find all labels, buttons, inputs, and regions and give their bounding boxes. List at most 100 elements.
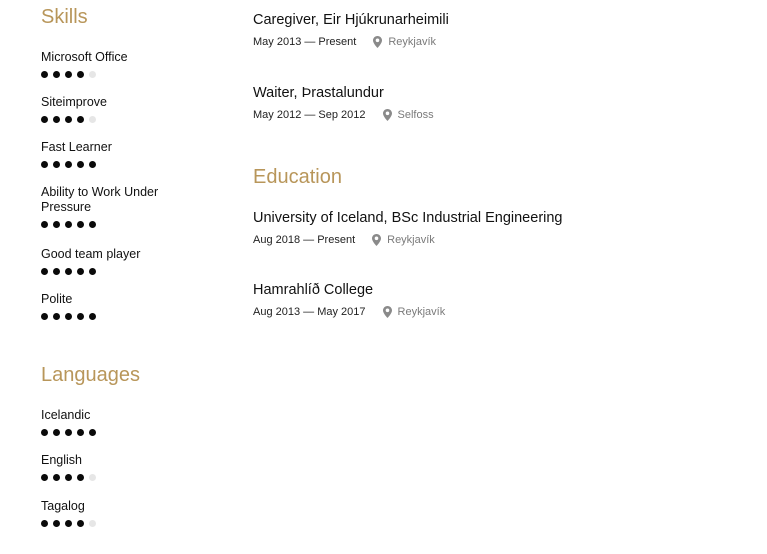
skill-name: Fast Learner <box>41 140 112 154</box>
education-heading: Education <box>253 166 342 188</box>
entry-title: University of Iceland, BSc Industrial En… <box>253 210 563 226</box>
rating-dot-filled <box>53 71 60 78</box>
map-pin-icon <box>382 306 392 318</box>
entry-title: Waiter, Þrastalundur <box>253 85 384 101</box>
entry-title: Caregiver, Eir Hjúkrunarheimili <box>253 12 449 28</box>
skill-item: Ability to Work Under Pressure <box>41 185 171 230</box>
rating-dot-filled <box>77 313 84 320</box>
skill-item: Polite <box>41 292 191 322</box>
map-pin-icon <box>372 234 382 246</box>
rating-dot-filled <box>53 313 60 320</box>
rating-dot-filled <box>65 161 72 168</box>
rating-dot-filled <box>89 429 96 436</box>
skill-rating <box>41 116 191 125</box>
map-pin-icon <box>373 36 383 48</box>
rating-dot-filled <box>89 161 96 168</box>
rating-dot-filled <box>89 268 96 275</box>
experience-entry: Caregiver, Eir Hjúkrunarheimili May 2013… <box>253 11 733 49</box>
entry-dates: May 2012 — Sep 2012 <box>253 109 366 121</box>
rating-dot-filled <box>77 71 84 78</box>
rating-dot-filled <box>65 268 72 275</box>
language-item: English <box>41 453 191 483</box>
rating-dot-filled <box>41 221 48 228</box>
entry-meta: May 2012 — Sep 2012 Selfoss <box>253 108 733 122</box>
language-name: English <box>41 453 82 467</box>
entry-location: Selfoss <box>382 108 434 122</box>
rating-dot-filled <box>41 474 48 481</box>
rating-dot-filled <box>53 161 60 168</box>
entry-location: Reykjavík <box>372 233 435 247</box>
rating-dot-filled <box>77 268 84 275</box>
skill-rating <box>41 313 191 322</box>
rating-dot-filled <box>77 474 84 481</box>
rating-dot-filled <box>41 71 48 78</box>
rating-dot-filled <box>53 116 60 123</box>
language-item: Icelandic <box>41 408 191 438</box>
language-item: Tagalog <box>41 499 191 529</box>
rating-dot-filled <box>53 429 60 436</box>
entry-dates: Aug 2013 — May 2017 <box>253 306 366 318</box>
languages-heading: Languages <box>41 364 140 386</box>
rating-dot-filled <box>77 429 84 436</box>
experience-entry: Waiter, Þrastalundur May 2012 — Sep 2012… <box>253 84 733 122</box>
rating-dot-filled <box>41 268 48 275</box>
rating-dot-filled <box>77 520 84 527</box>
rating-dot-filled <box>65 71 72 78</box>
skill-rating <box>41 71 191 80</box>
resume-page: Skills Microsoft Office Siteimprove Fast… <box>0 0 767 554</box>
language-rating <box>41 474 191 483</box>
entry-meta: Aug 2018 — Present Reykjavík <box>253 233 733 247</box>
entry-dates: May 2013 — Present <box>253 36 357 48</box>
rating-dot-filled <box>77 221 84 228</box>
education-entry: University of Iceland, BSc Industrial En… <box>253 209 733 247</box>
rating-dot-empty <box>89 520 96 527</box>
entry-dates: Aug 2018 — Present <box>253 234 356 246</box>
education-entry: Hamrahlíð College Aug 2013 — May 2017 Re… <box>253 281 733 319</box>
entry-location-text: Reykjavík <box>388 36 437 48</box>
rating-dot-filled <box>65 520 72 527</box>
entry-meta: Aug 2013 — May 2017 Reykjavík <box>253 305 733 319</box>
skill-item: Microsoft Office <box>41 50 191 80</box>
entry-title: Hamrahlíð College <box>253 282 374 298</box>
rating-dot-filled <box>41 161 48 168</box>
rating-dot-filled <box>41 429 48 436</box>
rating-dot-filled <box>41 116 48 123</box>
rating-dot-filled <box>65 474 72 481</box>
rating-dot-filled <box>41 520 48 527</box>
skill-rating <box>41 161 191 170</box>
rating-dot-empty <box>89 71 96 78</box>
language-name: Tagalog <box>41 499 85 513</box>
entry-location-text: Reykjavík <box>397 306 446 318</box>
language-name: Icelandic <box>41 408 91 422</box>
rating-dot-filled <box>53 221 60 228</box>
rating-dot-filled <box>53 268 60 275</box>
skill-name: Polite <box>41 292 73 306</box>
rating-dot-filled <box>65 429 72 436</box>
map-pin-icon <box>382 109 392 121</box>
entry-location: Reykjavík <box>373 35 436 49</box>
skills-heading: Skills <box>41 6 88 28</box>
skill-rating <box>41 268 191 277</box>
language-rating <box>41 520 191 529</box>
rating-dot-filled <box>41 313 48 320</box>
rating-dot-empty <box>89 474 96 481</box>
skill-rating <box>41 221 171 230</box>
skill-name: Siteimprove <box>41 95 107 109</box>
rating-dot-filled <box>65 313 72 320</box>
skill-name: Ability to Work Under Pressure <box>41 185 159 214</box>
rating-dot-filled <box>89 221 96 228</box>
entry-meta: May 2013 — Present Reykjavík <box>253 35 733 49</box>
skill-name: Microsoft Office <box>41 50 128 64</box>
language-rating <box>41 429 191 438</box>
rating-dot-filled <box>53 520 60 527</box>
rating-dot-filled <box>77 161 84 168</box>
rating-dot-filled <box>89 313 96 320</box>
skill-item: Fast Learner <box>41 140 191 170</box>
entry-location-text: Selfoss <box>397 109 434 121</box>
entry-location-text: Reykjavík <box>387 234 435 246</box>
rating-dot-empty <box>89 116 96 123</box>
skill-name: Good team player <box>41 247 141 261</box>
entry-location: Reykjavík <box>382 305 446 319</box>
rating-dot-filled <box>65 116 72 123</box>
rating-dot-filled <box>65 221 72 228</box>
